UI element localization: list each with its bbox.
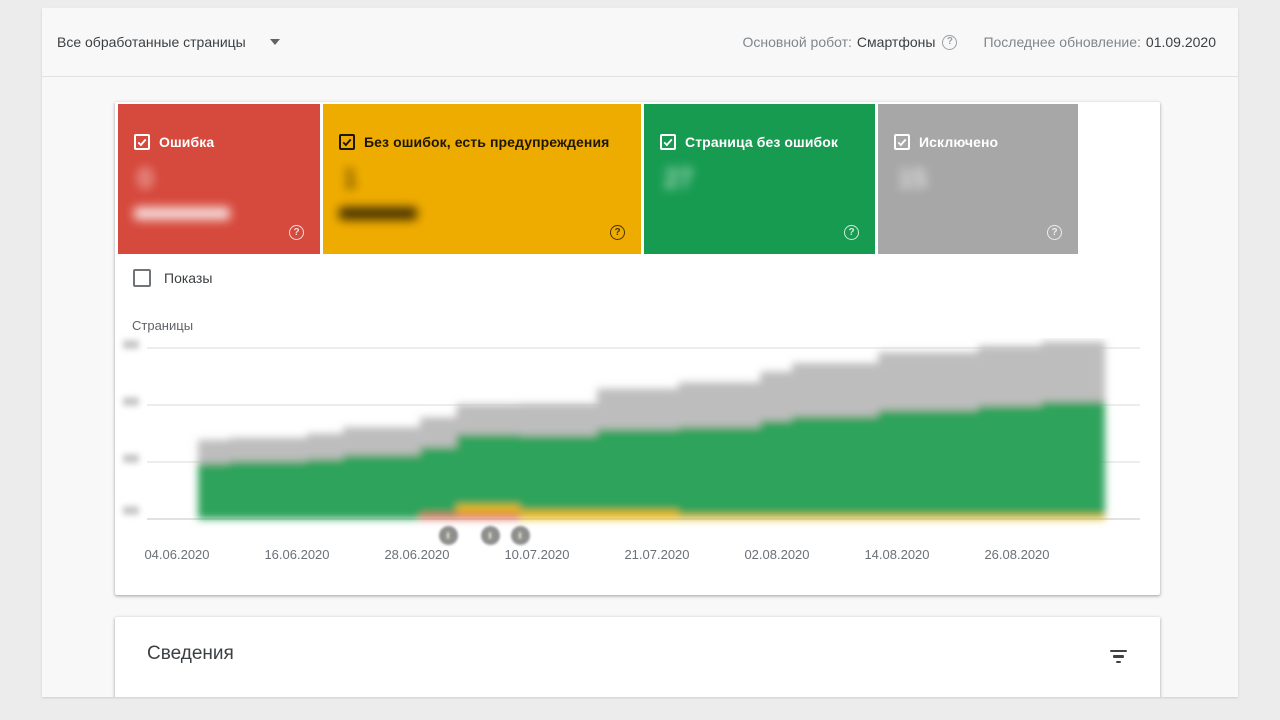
status-card-value-blurred: 1 bbox=[339, 163, 361, 194]
crawler-label: Основной робот: bbox=[742, 34, 851, 50]
check-icon bbox=[896, 136, 908, 148]
crawler-info: Основной робот: Смартфоны ? bbox=[742, 34, 957, 50]
page-filter-dropdown[interactable]: Все обработанные страницы bbox=[57, 34, 280, 50]
check-icon bbox=[662, 136, 674, 148]
status-card-value-blurred: 27 bbox=[660, 163, 697, 194]
status-card-valid[interactable]: Страница без ошибок 27 ? bbox=[644, 104, 875, 254]
last-update-value: 01.09.2020 bbox=[1146, 34, 1216, 50]
details-title: Сведения bbox=[147, 643, 234, 665]
impressions-toggle[interactable]: Показы bbox=[133, 269, 212, 287]
status-card-value-blurred: 15 bbox=[894, 163, 931, 194]
status-card-subtext-blurred bbox=[339, 207, 417, 220]
annotation-marker[interactable] bbox=[439, 526, 458, 545]
status-cards-row: Ошибка 0 ? Без ошибок, есть предупрежден… bbox=[118, 104, 1078, 254]
warnings-checkbox[interactable] bbox=[339, 134, 355, 150]
status-card-label: Страница без ошибок bbox=[685, 134, 838, 150]
x-tick-label: 14.08.2020 bbox=[855, 547, 939, 562]
annotation-marker[interactable] bbox=[511, 526, 530, 545]
page-filter-label: Все обработанные страницы bbox=[57, 34, 246, 50]
last-update-info: Последнее обновление: 01.09.2020 bbox=[983, 34, 1216, 50]
excluded-checkbox[interactable] bbox=[894, 134, 910, 150]
x-tick-label: 16.06.2020 bbox=[255, 547, 339, 562]
status-card-subtext-blurred bbox=[134, 207, 230, 220]
x-tick-label: 02.08.2020 bbox=[735, 547, 819, 562]
chart-series-areas bbox=[198, 338, 1105, 519]
help-icon[interactable]: ? bbox=[610, 225, 625, 240]
x-tick-label: 10.07.2020 bbox=[495, 547, 579, 562]
check-icon bbox=[136, 136, 148, 148]
x-tick-label: 21.07.2020 bbox=[615, 547, 699, 562]
valid-checkbox[interactable] bbox=[660, 134, 676, 150]
report-topbar: Все обработанные страницы Основной робот… bbox=[42, 8, 1238, 77]
x-tick-label: 04.06.2020 bbox=[135, 547, 219, 562]
error-checkbox[interactable] bbox=[134, 134, 150, 150]
status-card-label: Исключено bbox=[919, 134, 998, 150]
status-card-value-blurred: 0 bbox=[134, 163, 156, 194]
status-card-error[interactable]: Ошибка 0 ? bbox=[118, 104, 320, 254]
topbar-right: Основной робот: Смартфоны ? Последнее об… bbox=[742, 34, 1216, 50]
details-card: Сведения bbox=[115, 617, 1160, 697]
status-card-excluded[interactable]: Исключено 15 ? bbox=[878, 104, 1078, 254]
impressions-checkbox[interactable] bbox=[133, 269, 151, 287]
help-icon[interactable]: ? bbox=[289, 225, 304, 240]
chevron-down-icon bbox=[270, 39, 280, 45]
chart-y-axis-title: Страницы bbox=[132, 318, 193, 333]
help-icon[interactable]: ? bbox=[1047, 225, 1062, 240]
coverage-chart-card: Ошибка 0 ? Без ошибок, есть предупрежден… bbox=[115, 102, 1160, 595]
status-card-label: Без ошибок, есть предупреждения bbox=[364, 134, 609, 150]
crawler-value: Смартфоны bbox=[857, 34, 936, 50]
help-icon[interactable]: ? bbox=[844, 225, 859, 240]
impressions-label: Показы bbox=[164, 270, 212, 286]
last-update-label: Последнее обновление: bbox=[983, 34, 1140, 50]
report-panel: Все обработанные страницы Основной робот… bbox=[42, 8, 1238, 697]
check-icon bbox=[341, 136, 353, 148]
x-tick-label: 28.06.2020 bbox=[375, 547, 459, 562]
coverage-area-chart bbox=[115, 338, 1160, 568]
crawler-help-icon[interactable]: ? bbox=[942, 35, 957, 50]
status-card-label: Ошибка bbox=[159, 134, 214, 150]
x-tick-label: 26.08.2020 bbox=[975, 547, 1059, 562]
filter-icon[interactable] bbox=[1109, 650, 1128, 664]
status-card-warnings[interactable]: Без ошибок, есть предупреждения 1 ? bbox=[323, 104, 641, 254]
annotation-marker[interactable] bbox=[481, 526, 500, 545]
